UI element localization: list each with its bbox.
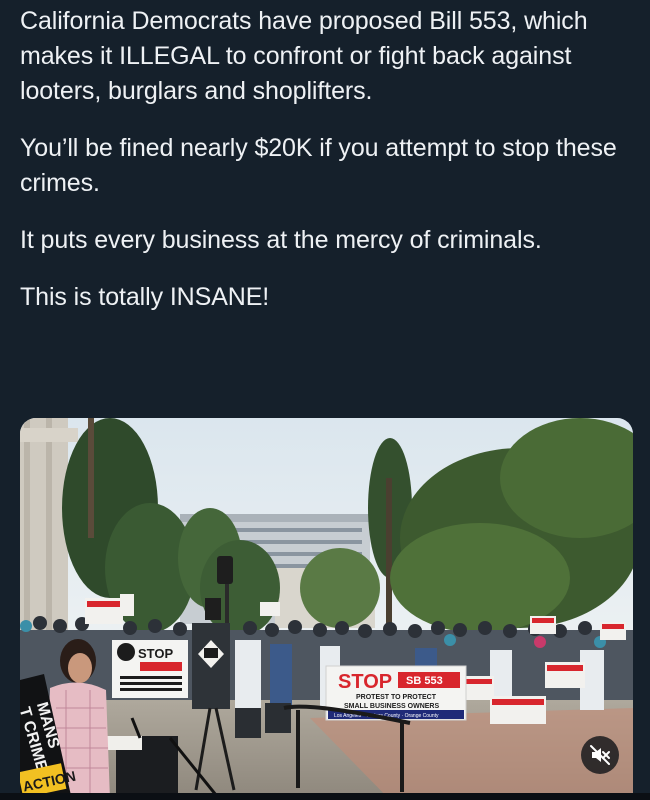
stop-sign-left: STOP xyxy=(112,640,188,698)
post-paragraph-4: This is totally INSANE! xyxy=(20,283,270,311)
mute-toggle-button[interactable] xyxy=(581,736,619,774)
banner-line1: PROTEST TO PROTECT xyxy=(356,694,437,701)
banner-stop-word: STOP xyxy=(338,671,392,693)
banner-line2: SMALL BUSINESS OWNERS xyxy=(344,703,439,710)
post-paragraph-2: You’ll be fined nearly $20K if you attem… xyxy=(20,134,617,197)
speaker-muted-icon xyxy=(590,745,610,765)
bottom-edge xyxy=(0,793,650,800)
post-paragraph-1: California Democrats have proposed Bill … xyxy=(20,7,588,105)
banner-bill-tag: SB 553 xyxy=(406,675,443,687)
post-media-video[interactable]: STOP STOP SB 553 PROTEST TO PROTECT SMAL… xyxy=(20,418,633,800)
post-text: California Democrats have proposed Bill … xyxy=(20,4,635,337)
protest-photo: STOP STOP SB 553 PROTEST TO PROTECT SMAL… xyxy=(20,418,633,800)
post-paragraph-3: It puts every business at the mercy of c… xyxy=(20,226,542,254)
stop-sign-left-word: STOP xyxy=(138,646,173,661)
